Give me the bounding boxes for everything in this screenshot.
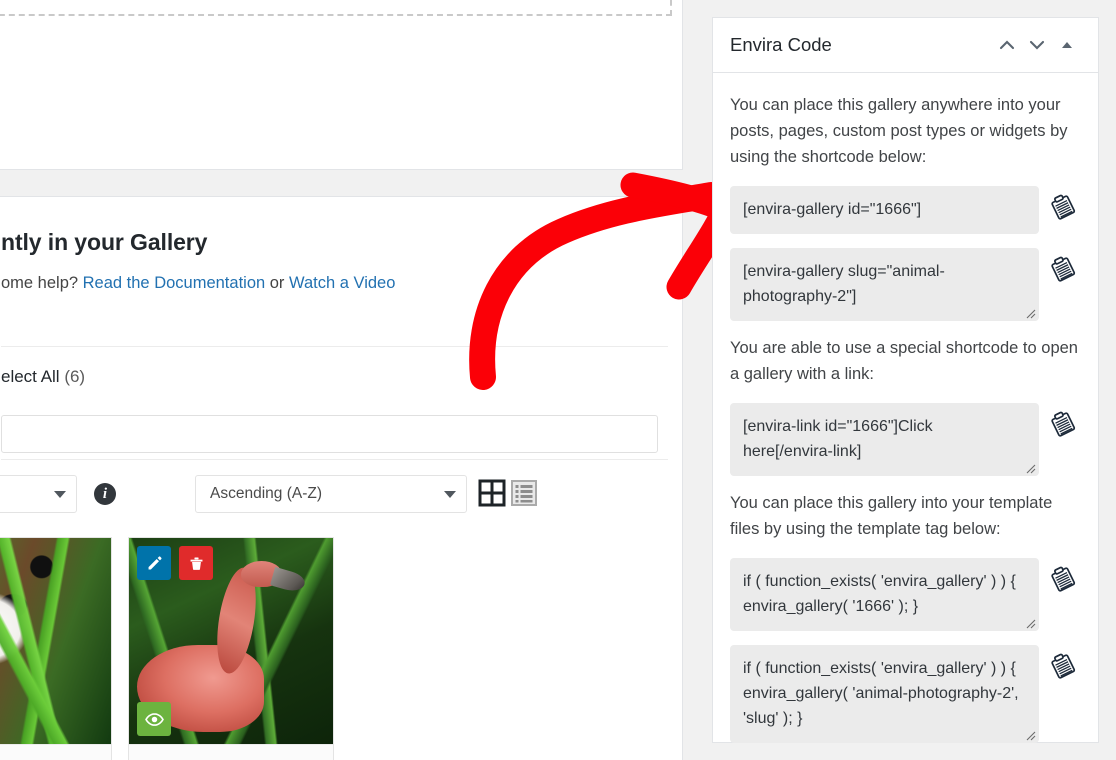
gallery-card-inner: ntly in your Gallery ome help? Read the … [0, 197, 682, 293]
envira-code-panel-header: Envira Code [713, 18, 1098, 73]
list-view-icon[interactable] [510, 479, 538, 507]
template-tag-id-field[interactable]: if ( function_exists( 'envira_gallery' )… [730, 558, 1039, 631]
flamingo-thumbnail-image [129, 538, 333, 744]
link-shortcode-text: You are able to use a special shortcode … [730, 339, 1078, 383]
panda-thumbnail-image [0, 538, 111, 744]
link-shortcode-row: [envira-link id="1666"]Click here[/envir… [730, 403, 1081, 476]
delete-image-button[interactable] [179, 546, 213, 580]
gallery-toolbar: orting i Ascending (A-Z) [0, 473, 644, 515]
info-icon[interactable]: i [94, 483, 116, 505]
thumbnail-caption-bar [129, 744, 333, 760]
gallery-thumbnail-item[interactable] [0, 537, 112, 760]
sorting-dropdown[interactable]: orting [0, 475, 77, 513]
gallery-heading: ntly in your Gallery [1, 229, 208, 255]
shortcode-slug-row: [envira-gallery slug="animal-photography… [730, 248, 1081, 321]
copy-to-clipboard-icon[interactable] [1045, 558, 1081, 594]
gallery-editor-column: Select Files from Other Sources ntly in … [0, 0, 683, 760]
sort-order-dropdown-value: Ascending (A-Z) [210, 485, 322, 502]
resize-grip-icon[interactable] [1024, 729, 1036, 741]
help-or-text: or [265, 274, 290, 292]
chevron-up-icon[interactable] [992, 30, 1022, 60]
sort-order-dropdown[interactable]: Ascending (A-Z) [195, 475, 467, 513]
shortcode-intro-text: You can place this gallery anywhere into… [730, 96, 1068, 166]
resize-grip-icon[interactable] [1024, 462, 1036, 474]
gallery-items-card: ntly in your Gallery ome help? Read the … [0, 196, 683, 760]
divider-top [1, 346, 668, 347]
media-uploader-card: Select Files from Other Sources [0, 0, 683, 170]
gallery-thumbnail-grid [0, 537, 646, 760]
read-documentation-link[interactable]: Read the Documentation [83, 274, 266, 292]
gallery-thumbnail-item[interactable] [128, 537, 334, 760]
shortcode-slug-field[interactable]: [envira-gallery slug="animal-photography… [730, 248, 1039, 321]
template-tag-slug-field[interactable]: if ( function_exists( 'envira_gallery' )… [730, 645, 1039, 743]
divider-bottom [1, 459, 668, 460]
chevron-down-icon [444, 490, 456, 498]
chevron-down-icon [54, 490, 66, 498]
resize-grip-icon[interactable] [1024, 307, 1036, 319]
select-all-label: elect All [1, 367, 65, 386]
preview-image-button[interactable] [137, 702, 171, 736]
sorting-dropdown-value: orting [0, 485, 46, 503]
file-dropzone[interactable] [0, 0, 672, 16]
panda-bamboo-overlay [0, 538, 111, 744]
panel-title: Envira Code [730, 34, 832, 55]
copy-to-clipboard-icon[interactable] [1045, 645, 1081, 681]
select-all-control[interactable]: elect All (6) [1, 367, 85, 387]
watch-video-link[interactable]: Watch a Video [289, 274, 395, 292]
copy-to-clipboard-icon[interactable] [1045, 248, 1081, 284]
link-shortcode-field[interactable]: [envira-link id="1666"]Click here[/envir… [730, 403, 1039, 476]
triangle-up-toggle-icon[interactable] [1052, 30, 1082, 60]
edit-image-button[interactable] [137, 546, 171, 580]
gallery-help-line: ome help? Read the Documentation or Watc… [1, 274, 642, 293]
copy-to-clipboard-icon[interactable] [1045, 403, 1081, 439]
shortcode-id-row: [envira-gallery id="1666"] [730, 186, 1081, 234]
template-tag-id-row: if ( function_exists( 'envira_gallery' )… [730, 558, 1081, 631]
template-tag-text: You can place this gallery into your tem… [730, 494, 1053, 538]
shortcode-id-field[interactable]: [envira-gallery id="1666"] [730, 186, 1039, 234]
help-prefix-text: ome help? [1, 274, 83, 292]
template-tag-slug-row: if ( function_exists( 'envira_gallery' )… [730, 645, 1081, 743]
grid-view-icon[interactable] [478, 479, 506, 507]
chevron-down-icon[interactable] [1022, 30, 1052, 60]
select-all-count: (6) [64, 367, 86, 386]
copy-to-clipboard-icon[interactable] [1045, 186, 1081, 222]
envira-code-panel: Envira Code You can place this gallery a… [712, 17, 1099, 743]
envira-code-panel-body: You can place this gallery anywhere into… [713, 73, 1098, 743]
thumbnail-caption-bar [0, 744, 111, 760]
screen: Select Files from Other Sources ntly in … [0, 0, 1116, 760]
resize-grip-icon[interactable] [1024, 617, 1036, 629]
gallery-search-input[interactable] [1, 415, 658, 453]
